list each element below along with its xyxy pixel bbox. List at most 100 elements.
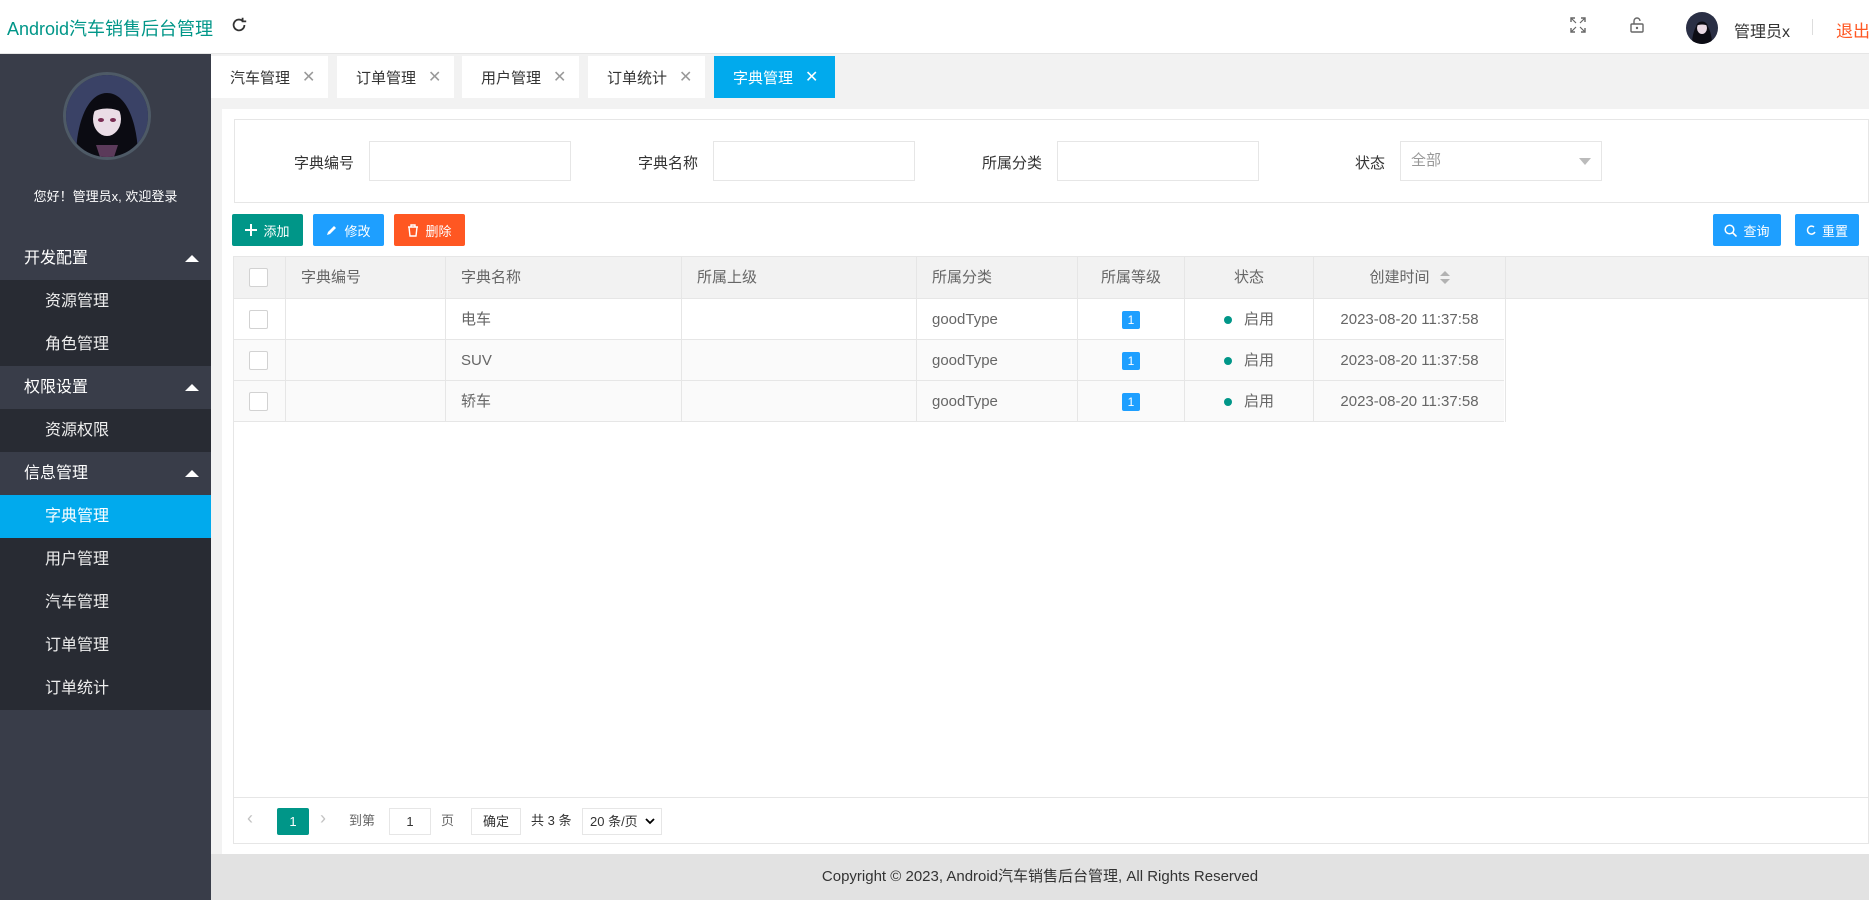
cell-category: goodType [917,340,1078,381]
row-checkbox[interactable] [249,351,268,370]
add-button-label: 添加 [263,223,290,239]
menu-group-label: 信息管理 [24,465,89,482]
page-size-select[interactable]: 20 条/页 [582,808,662,835]
tab-order-stats[interactable]: 订单统计 ✕ [588,56,705,98]
cell-parent [682,299,917,340]
sidebar-item-dictionary[interactable]: 字典管理 [0,495,211,538]
menu-group-label: 开发配置 [24,250,89,267]
cell-status: 启用 [1185,381,1314,422]
tab-cars[interactable]: 汽车管理 ✕ [211,56,328,98]
status-label: 状态 [1355,155,1386,172]
close-icon[interactable]: ✕ [805,67,818,87]
code-label: 字典编号 [294,155,355,172]
menu-group-info-management[interactable]: 信息管理 [0,452,211,495]
pagination: ‹ 1 › 到第 1 页 确定 共 3 条 20 条/页 [233,798,1869,844]
cell-code [286,340,446,381]
page-size-value: 20 条/页 [590,814,638,829]
cell-created: 2023-08-20 11:37:58 [1314,340,1506,381]
sidebar-item-role-management[interactable]: 角色管理 [0,323,211,366]
tab-label: 字典管理 [733,69,794,87]
fullscreen-icon[interactable] [1570,17,1588,35]
col-header-created[interactable]: 创建时间 [1314,257,1506,298]
sort-icon[interactable] [1439,271,1450,285]
status-select[interactable]: 全部 [1400,141,1602,181]
status-select-value: 全部 [1411,152,1442,169]
total-count: 共 3 条 [531,813,572,828]
name-label: 字典名称 [638,155,699,172]
level-badge: 1 [1121,311,1141,330]
reset-button-label: 重置 [1821,223,1848,239]
cell-name: 电车 [446,299,682,340]
edit-button[interactable]: 修改 [313,214,384,246]
row-checkbox[interactable] [249,310,268,329]
sidebar-item-users[interactable]: 用户管理 [0,538,211,581]
menu-group-label: 权限设置 [24,379,89,396]
goto-page-input[interactable]: 1 [389,808,431,835]
sidebar: 您好！管理员x, 欢迎登录 开发配置 资源管理 角色管理 权限设置 资源权限 信… [0,54,211,900]
cell-parent [682,381,917,422]
tab-dictionary[interactable]: 字典管理 ✕ [714,56,835,98]
sidebar-item-orders[interactable]: 订单管理 [0,624,211,667]
app-title: Android汽车销售后台管理 [7,19,214,39]
goto-confirm-button[interactable]: 确定 [471,808,521,835]
sidebar-item-cars[interactable]: 汽车管理 [0,581,211,624]
username[interactable]: 管理员x [1734,18,1790,42]
name-input[interactable] [713,141,915,181]
sidebar-item-resource-permission[interactable]: 资源权限 [0,409,211,452]
plus-icon [245,224,258,236]
pencil-icon [327,226,337,235]
tab-orders[interactable]: 订单管理 ✕ [337,56,454,98]
chevron-down-icon [645,818,655,825]
goto-label: 到第 [349,813,376,828]
tab-label: 订单统计 [607,69,668,87]
sidebar-menu: 开发配置 资源管理 角色管理 权限设置 资源权限 信息管理 字典管理 用户管理 … [0,237,211,710]
delete-button-label: 删除 [425,223,452,239]
close-icon[interactable]: ✕ [553,67,566,87]
header-checkbox-cell [234,257,286,298]
sidebar-item-resource-management[interactable]: 资源管理 [0,280,211,323]
tab-label: 订单管理 [356,69,417,87]
prev-page-icon[interactable]: ‹ [247,808,253,829]
table-row[interactable]: 轿车 goodType 1 启用 2023-08-20 11:37:58 [234,381,1506,422]
category-input[interactable] [1057,141,1259,181]
col-header-level: 所属等级 [1078,257,1185,298]
lock-icon[interactable] [1629,17,1647,35]
tab-bar: 汽车管理 ✕ 订单管理 ✕ 用户管理 ✕ 订单统计 ✕ 字典管理 ✕ [211,54,1869,98]
welcome-text: 您好！管理员x, 欢迎登录 [33,189,178,204]
category-label: 所属分类 [982,155,1043,172]
top-header: Android汽车销售后台管理 管理员x 退出 [0,0,1869,54]
cell-created: 2023-08-20 11:37:58 [1314,381,1506,422]
close-icon[interactable]: ✕ [679,67,692,87]
select-all-checkbox[interactable] [249,268,268,287]
menu-group-permissions[interactable]: 权限设置 [0,366,211,409]
code-input[interactable] [369,141,571,181]
page-current[interactable]: 1 [277,808,309,835]
reset-button[interactable]: 重置 [1795,214,1859,246]
menu-group-dev-config[interactable]: 开发配置 [0,237,211,280]
add-button[interactable]: 添加 [232,214,303,246]
cell-created: 2023-08-20 11:37:58 [1314,299,1506,340]
status-dot-icon [1223,357,1232,366]
next-page-icon[interactable]: › [320,808,326,829]
cell-category: goodType [917,381,1078,422]
edit-button-label: 修改 [344,223,371,239]
table-row[interactable]: SUV goodType 1 启用 2023-08-20 11:37:58 [234,340,1506,381]
logout-link[interactable]: 退出 [1836,17,1869,42]
delete-button[interactable]: 删除 [394,214,465,246]
col-header-created-label: 创建时间 [1369,269,1430,286]
row-checkbox[interactable] [249,392,268,411]
close-icon[interactable]: ✕ [302,67,315,87]
table-row[interactable]: 电车 goodType 1 启用 2023-08-20 11:37:58 [234,299,1506,340]
search-button[interactable]: 查询 [1713,214,1781,246]
refresh-icon[interactable] [230,16,250,36]
caret-up-icon [185,384,199,391]
close-icon[interactable]: ✕ [428,67,441,87]
sidebar-item-order-stats[interactable]: 订单统计 [0,667,211,710]
cell-code [286,381,446,422]
tab-users[interactable]: 用户管理 ✕ [462,56,579,98]
avatar[interactable] [1686,12,1718,44]
tab-label: 汽车管理 [230,69,291,87]
cell-status: 启用 [1185,340,1314,381]
col-header-status: 状态 [1185,257,1314,298]
caret-up-icon [185,470,199,477]
